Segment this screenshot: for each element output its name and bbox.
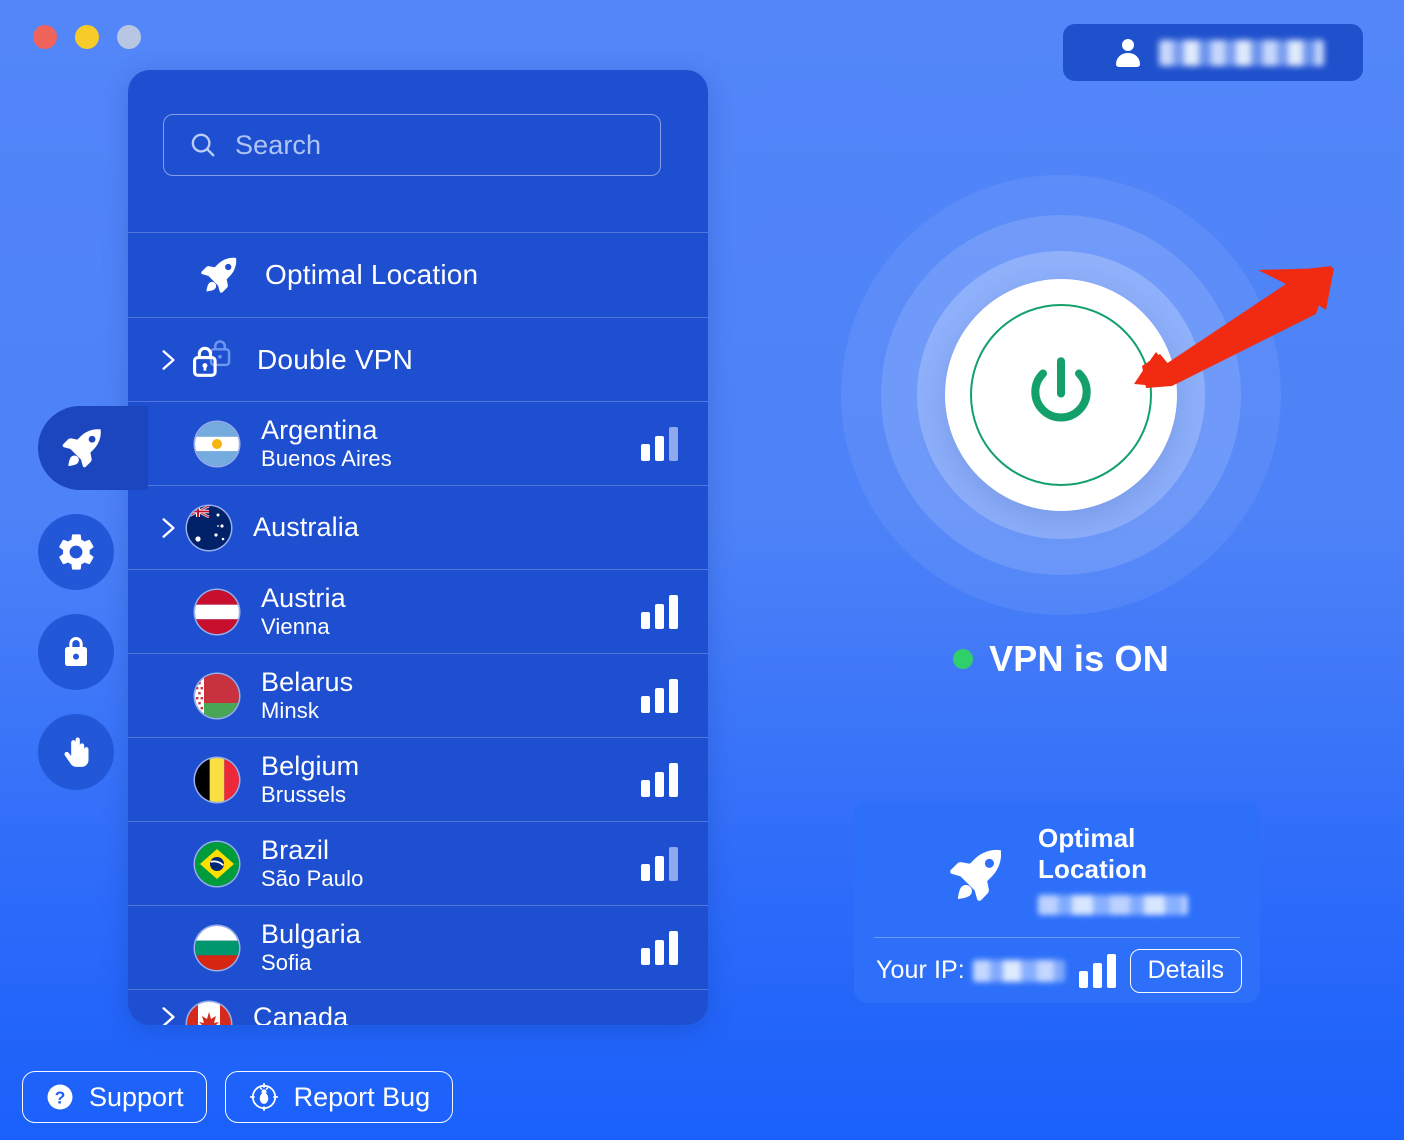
hand-icon (64, 737, 89, 767)
search-input[interactable]: Search (163, 114, 661, 176)
list-item-belarus[interactable]: Belarus Minsk (128, 654, 708, 738)
list-item-label: Double VPN (257, 343, 414, 375)
list-item-australia[interactable]: Australia (128, 486, 708, 570)
list-item-optimal-location[interactable]: Optimal Location (128, 233, 708, 318)
ip-value-redacted (972, 959, 1065, 982)
current-location-row[interactable]: Optimal Location (872, 801, 1242, 937)
country-name: Bulgaria (261, 918, 361, 949)
country-name: Austria (261, 582, 346, 613)
support-button[interactable]: ? Support (22, 1071, 207, 1123)
rocket-icon (195, 253, 243, 297)
country-name: Belgium (261, 750, 360, 781)
ip-label: Your IP: (876, 956, 965, 984)
account-chip[interactable] (1063, 24, 1363, 81)
country-name: Belarus (261, 666, 354, 697)
status-dot-icon (953, 649, 974, 669)
rocket-icon (950, 849, 1002, 901)
bug-target-icon (249, 1083, 278, 1111)
city-name: Sofia (261, 949, 312, 975)
question-circle-icon: ? (47, 1084, 73, 1110)
signal-strength-icon (641, 594, 678, 629)
rocket-icon (62, 429, 101, 468)
details-button[interactable]: Details (1129, 948, 1242, 993)
list-item-label: Optimal Location (265, 259, 479, 290)
window-traffic-lights (33, 25, 141, 49)
flag-icon-by (195, 673, 239, 718)
support-label: Support (89, 1081, 184, 1112)
signal-strength-icon (641, 678, 678, 713)
double-lock-icon (187, 338, 235, 382)
flag-icon-at (195, 589, 239, 634)
sidebar-item-privacy[interactable] (38, 714, 114, 790)
chevron-right-icon[interactable] (155, 513, 181, 543)
current-location-card: Optimal Location Your IP: Details (854, 801, 1260, 1003)
server-list: Optimal Location Double VPN Argentina Bu… (128, 232, 708, 1025)
city-name: Buenos Aires (261, 445, 392, 471)
chevron-right-icon[interactable] (155, 1002, 181, 1025)
chevron-right-icon[interactable] (155, 345, 181, 375)
search-section: Search (128, 70, 708, 232)
connection-toggle-area (826, 160, 1296, 630)
power-icon (1031, 357, 1091, 422)
search-placeholder: Search (235, 129, 322, 160)
sidebar-rail (38, 406, 148, 814)
country-name: Australia (253, 511, 359, 542)
list-item-austria[interactable]: Austria Vienna (128, 570, 708, 654)
flag-icon-au (187, 505, 231, 550)
account-name-redacted (1159, 39, 1324, 66)
window-maximize-button[interactable] (117, 25, 141, 49)
city-name: Brussels (261, 781, 347, 807)
window-minimize-button[interactable] (75, 25, 99, 49)
signal-strength-icon (1078, 953, 1116, 988)
flag-icon-br (195, 841, 239, 886)
city-name: São Paulo (261, 865, 364, 891)
flag-icon-ar (195, 421, 239, 466)
server-list-panel: Search Optimal Location Double VPN Argen… (128, 70, 708, 1025)
vpn-status: VPN is ON (826, 638, 1296, 680)
list-item-double-vpn[interactable]: Double VPN (128, 318, 708, 402)
city-name: Minsk (261, 697, 319, 723)
signal-strength-icon (641, 762, 678, 797)
signal-strength-icon (641, 426, 678, 461)
flag-icon-be (195, 757, 239, 802)
search-icon (191, 133, 215, 157)
lock-icon (65, 637, 87, 666)
country-name: Argentina (261, 414, 378, 445)
country-name: Brazil (261, 834, 330, 865)
flag-icon-bg (195, 925, 239, 970)
flag-icon-ca (187, 1002, 231, 1025)
report-bug-label: Report Bug (293, 1081, 431, 1112)
signal-strength-icon (641, 930, 678, 965)
list-item-bulgaria[interactable]: Bulgaria Sofia (128, 906, 708, 990)
ip-row: Your IP: Details (872, 938, 1242, 1003)
power-button[interactable] (970, 304, 1152, 486)
list-item-belgium[interactable]: Belgium Brussels (128, 738, 708, 822)
current-location-sublabel-redacted (1038, 895, 1188, 915)
status-badge: VPN is ON (989, 638, 1169, 679)
country-name: Canada (253, 1002, 349, 1025)
gear-icon (59, 534, 94, 570)
city-name: Vienna (261, 613, 330, 639)
report-bug-button[interactable]: Report Bug (224, 1071, 454, 1123)
window-close-button[interactable] (33, 25, 57, 49)
sidebar-item-settings[interactable] (38, 514, 114, 590)
list-item-brazil[interactable]: Brazil São Paulo (128, 822, 708, 906)
person-icon (1115, 38, 1141, 67)
sidebar-item-servers[interactable] (38, 406, 148, 490)
list-item-argentina[interactable]: Argentina Buenos Aires (128, 402, 708, 486)
signal-strength-icon (641, 846, 678, 881)
list-item-canada[interactable]: Canada (128, 990, 708, 1025)
svg-text:?: ? (55, 1087, 66, 1107)
current-location-title: Optimal Location (1038, 823, 1148, 884)
footer-actions: ? Support Report Bug (22, 1071, 454, 1123)
sidebar-item-security[interactable] (38, 614, 114, 690)
